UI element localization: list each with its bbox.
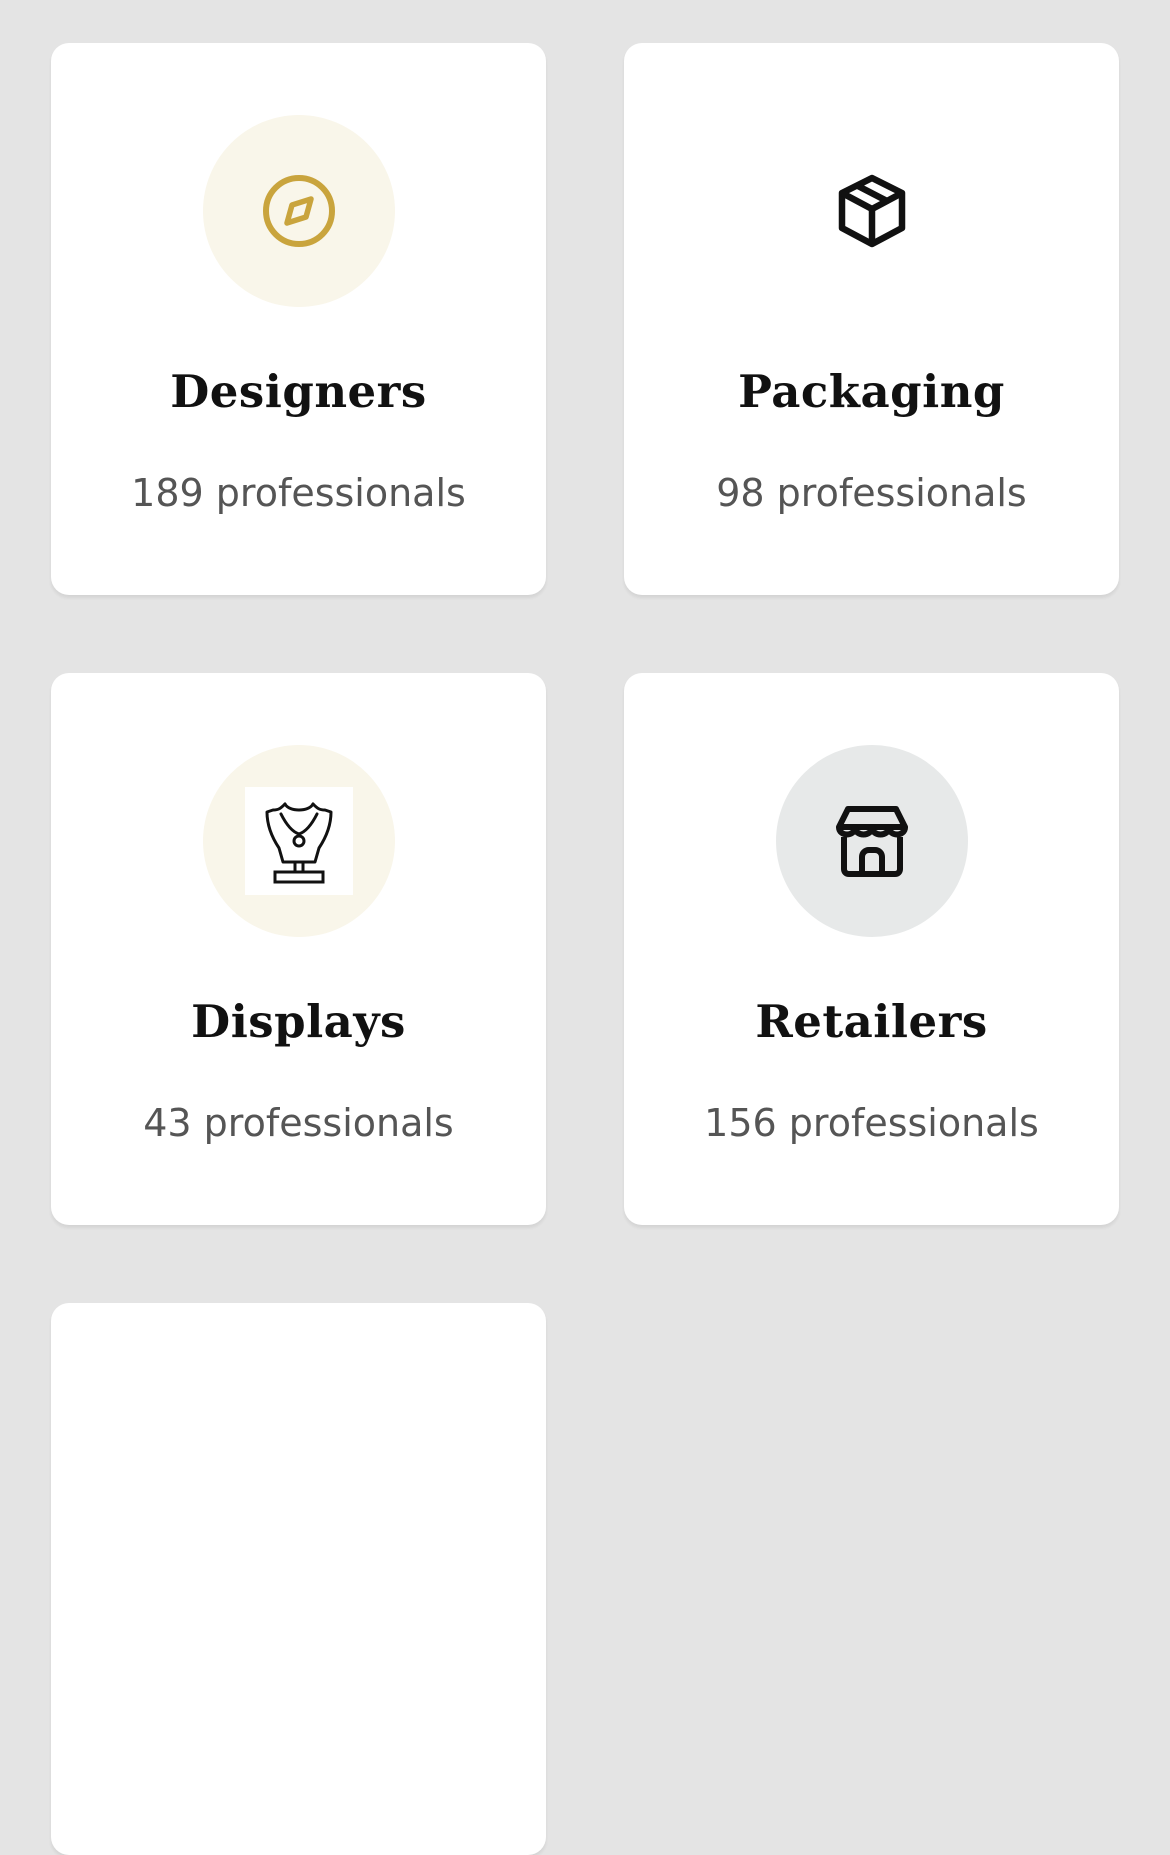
category-count: 98 professionals xyxy=(716,471,1027,515)
compass-icon xyxy=(263,175,335,247)
icon-image xyxy=(245,787,353,895)
category-count: 189 professionals xyxy=(131,471,466,515)
category-card-partial[interactable] xyxy=(51,1303,546,1855)
category-card-retailers[interactable]: Retailers 156 professionals xyxy=(624,673,1119,1225)
category-card-designers[interactable]: Designers 189 professionals xyxy=(51,43,546,595)
category-card-packaging[interactable]: Packaging 98 professionals xyxy=(624,43,1119,595)
necklace-bust-icon xyxy=(265,802,333,884)
category-card-displays[interactable]: Displays 43 professionals xyxy=(51,673,546,1225)
package-box-icon xyxy=(838,174,906,248)
icon-circle xyxy=(776,745,968,937)
storefront-icon xyxy=(836,806,908,877)
icon-circle xyxy=(776,115,968,307)
category-count: 43 professionals xyxy=(143,1101,454,1145)
icon-circle xyxy=(203,115,395,307)
category-title: Designers xyxy=(170,365,427,418)
category-title: Packaging xyxy=(738,365,1005,418)
icon-circle xyxy=(203,745,395,937)
category-title: Displays xyxy=(191,995,406,1048)
category-count: 156 professionals xyxy=(704,1101,1039,1145)
category-title: Retailers xyxy=(755,995,988,1048)
